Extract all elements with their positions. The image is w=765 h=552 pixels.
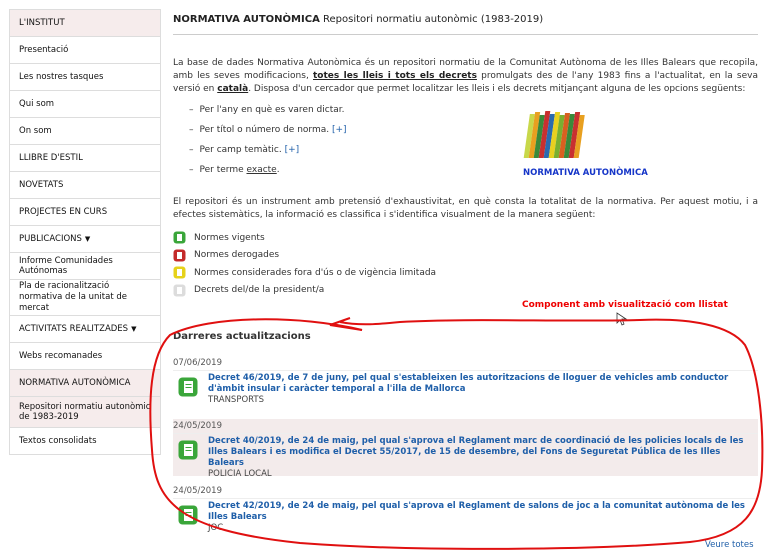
- dash: –: [189, 125, 194, 135]
- doc-green-icon: [178, 377, 198, 397]
- decree-link[interactable]: Decret 42/2019, de 24 de maig, pel qual …: [208, 499, 758, 523]
- chevron-down-icon: ▼: [84, 235, 91, 243]
- sidebar-item-label: PROJECTES EN CURS: [19, 207, 108, 217]
- option-text: Per l'any en què es varen dictar.: [199, 105, 345, 115]
- sidebar-item-label: PUBLICACIONS: [19, 234, 82, 244]
- legend-item-derogades: Normes derogades: [173, 247, 436, 265]
- sidebar-item-label: Presentació: [19, 45, 69, 55]
- sidebar-item-label: ACTIVITATS REALITZADES: [19, 324, 129, 334]
- entry-row: Decret 46/2019, de 7 de juny, pel qual s…: [173, 371, 758, 406]
- chevron-down-icon: ▼: [131, 325, 137, 333]
- entry-date: 24/05/2019: [173, 419, 758, 434]
- update-entry: 24/05/2019 Decret 40/2019, de 24 de maig…: [173, 419, 758, 479]
- update-entry: 24/05/2019 Decret 42/2019, de 24 de maig…: [173, 484, 758, 534]
- sidebar-item-llibre-estil[interactable]: LLIBRE D'ESTIL: [10, 145, 160, 172]
- mouse-pointer-icon: [616, 312, 628, 326]
- sidebar-item-projectes[interactable]: PROJECTES EN CURS: [10, 199, 160, 226]
- sidebar-item-label: Repositori normatiu autonòmic de 1983-20…: [19, 402, 151, 422]
- update-entry: 07/06/2019 Decret 46/2019, de 7 de juny,…: [173, 356, 758, 406]
- sidebar-item-pla-racionalitzacio[interactable]: Pla de racionalització normativa de la u…: [10, 280, 160, 316]
- legend-item-fora-us: Normes considerades fora d'ús o de vigèn…: [173, 264, 436, 282]
- entry-date: 24/05/2019: [173, 484, 758, 499]
- list-item: – Per títol o número de norma. [+]: [189, 125, 347, 145]
- sidebar-item-webs[interactable]: Webs recomanades: [10, 343, 160, 370]
- page-title-sub: Repositori normatiu autonòmic (1983-2019…: [319, 14, 544, 25]
- sidebar-item-label: Webs recomanades: [19, 351, 103, 361]
- sidebar-item-label: Textos consolidats: [19, 436, 97, 446]
- exact-term-link[interactable]: exacte: [246, 165, 276, 175]
- sidebar-item-normativa[interactable]: NORMATIVA AUTONÒMICA: [10, 370, 160, 397]
- sidebar-nav: L'INSTITUT Presentació Les nostres tasqu…: [9, 9, 161, 455]
- normativa-autonomica-link[interactable]: NORMATIVA AUTONÒMICA: [523, 168, 648, 178]
- annotation-label: Component amb visualització com llistat: [522, 300, 728, 310]
- search-options-list: – Per l'any en què es varen dictar. – Per …: [189, 105, 347, 185]
- sidebar-item-label: LLIBRE D'ESTIL: [19, 153, 83, 163]
- legend-label: Normes derogades: [194, 250, 280, 261]
- all-laws-link[interactable]: totes les lleis i tots els decrets: [313, 71, 477, 81]
- expand-link[interactable]: [+]: [332, 125, 347, 135]
- sidebar-item-label: On som: [19, 126, 52, 136]
- intro-paragraph: La base de dades Normativa Autonòmica és…: [173, 57, 758, 96]
- decree-link[interactable]: Decret 46/2019, de 7 de juny, pel qual s…: [208, 371, 758, 395]
- doc-yellow-icon: [173, 266, 186, 279]
- books-image[interactable]: [523, 106, 587, 160]
- list-item: – Per l'any en què es varen dictar.: [189, 105, 347, 125]
- dash: –: [189, 165, 194, 175]
- dash: –: [189, 145, 194, 155]
- doc-green-icon: [178, 440, 198, 460]
- option-text: Per terme: [199, 165, 247, 175]
- sidebar-item-repositori[interactable]: Repositori normatiu autonòmic de 1983-20…: [10, 397, 160, 428]
- sidebar-item-textos[interactable]: Textos consolidats: [10, 428, 160, 455]
- list-item: – Per terme exacte.: [189, 165, 347, 185]
- catalan-link[interactable]: català: [217, 84, 248, 94]
- entry-category: TRANSPORTS: [208, 395, 265, 405]
- classification-paragraph: El repositori és un instrument amb prete…: [173, 197, 758, 220]
- doc-red-icon: [173, 249, 186, 262]
- sidebar-item-tasques[interactable]: Les nostres tasques: [10, 64, 160, 91]
- sidebar-item-label: Les nostres tasques: [19, 72, 104, 82]
- option-text: Per títol o número de norma.: [199, 125, 332, 135]
- sidebar-item-label: Qui som: [19, 99, 55, 109]
- dash: –: [189, 105, 194, 115]
- see-all-link[interactable]: Veure totes: [705, 540, 754, 550]
- sidebar-item-institut[interactable]: L'INSTITUT: [10, 10, 160, 37]
- sidebar-item-on-som[interactable]: On som: [10, 118, 160, 145]
- expand-link[interactable]: [+]: [285, 145, 300, 155]
- entry-date: 07/06/2019: [173, 356, 758, 371]
- page-title-main: NORMATIVA AUTONÒMICA: [173, 14, 320, 25]
- legend: Normes vigents Normes derogades Normes c…: [173, 229, 436, 299]
- legend-item-decrets-president: Decrets del/de la president/a: [173, 282, 436, 300]
- entry-category: POLICIA LOCAL: [208, 469, 272, 479]
- option-text: Per camp temàtic.: [199, 145, 285, 155]
- legend-label: Decrets del/de la president/a: [194, 285, 325, 296]
- legend-item-vigents: Normes vigents: [173, 229, 436, 247]
- sidebar-item-publicacions[interactable]: PUBLICACIONS ▼: [10, 226, 160, 253]
- sidebar-item-label: Informe Comunidades Autónomas: [19, 256, 113, 276]
- doc-green-icon: [178, 505, 198, 525]
- doc-green-icon: [173, 231, 186, 244]
- updates-title: Darreres actualitzacions: [173, 331, 311, 342]
- entry-row: Decret 40/2019, de 24 de maig, pel qual …: [173, 434, 758, 480]
- page-title: NORMATIVA AUTONÒMICA Repositori normatiu…: [173, 14, 543, 25]
- sidebar-item-label: Pla de racionalització normativa de la u…: [19, 281, 127, 313]
- list-item: – Per camp temàtic. [+]: [189, 145, 347, 165]
- intro-text: . Disposa d'un cercador que permet local…: [248, 84, 746, 94]
- sidebar-item-presentacio[interactable]: Presentació: [10, 37, 160, 64]
- sidebar-item-qui-som[interactable]: Qui som: [10, 91, 160, 118]
- decree-link[interactable]: Decret 40/2019, de 24 de maig, pel qual …: [208, 434, 758, 469]
- title-divider: [173, 34, 758, 35]
- entry-category: JOC: [208, 523, 224, 533]
- doc-grey-icon: [173, 284, 186, 297]
- entry-row: Decret 42/2019, de 24 de maig, pel qual …: [173, 499, 758, 534]
- sidebar-item-label: NORMATIVA AUTONÒMICA: [19, 378, 131, 388]
- sidebar-item-novetats[interactable]: NOVETATS: [10, 172, 160, 199]
- sidebar-item-informe[interactable]: Informe Comunidades Autónomas: [10, 253, 160, 280]
- legend-label: Normes considerades fora d'ús o de vigèn…: [194, 267, 437, 278]
- sidebar-item-label: L'INSTITUT: [19, 18, 65, 28]
- sidebar-item-label: NOVETATS: [19, 180, 64, 190]
- legend-label: Normes vigents: [194, 232, 265, 243]
- sidebar-item-activitats[interactable]: ACTIVITATS REALITZADES ▼: [10, 316, 160, 343]
- option-text: .: [276, 165, 280, 175]
